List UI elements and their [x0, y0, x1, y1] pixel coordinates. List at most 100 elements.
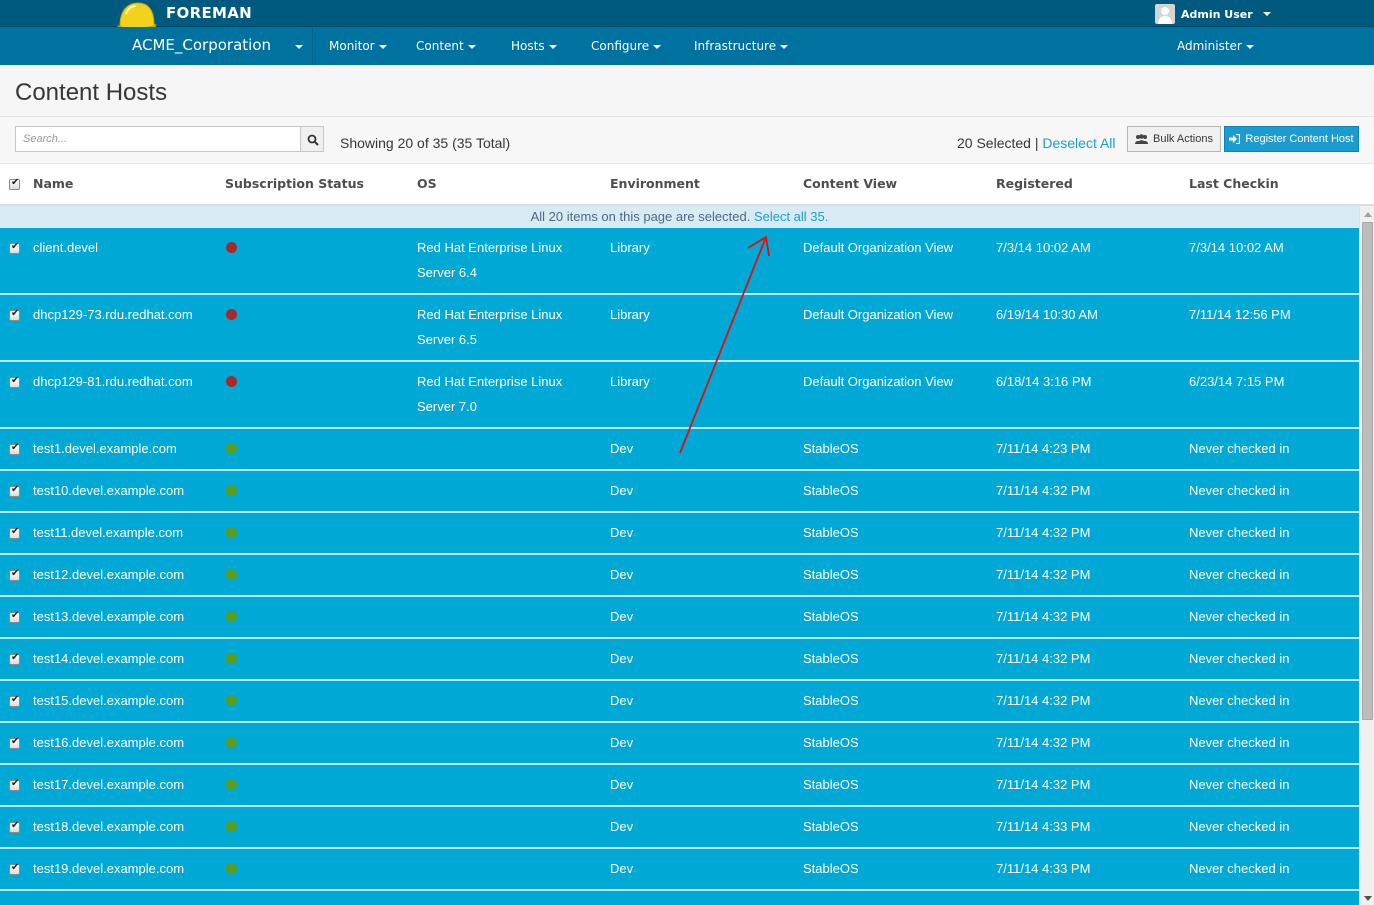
row-checkbox[interactable] — [9, 526, 20, 539]
nav-administer-label: Administer — [1177, 39, 1242, 53]
registered-cell: 7/11/14 4:33 PM — [996, 819, 1091, 834]
row-checkbox[interactable] — [9, 375, 20, 388]
host-name-link[interactable]: test10.devel.example.com — [33, 478, 184, 503]
column-header-last-checkin[interactable]: Last Checkin — [1189, 176, 1279, 191]
registered-cell: 6/18/14 3:16 PM — [996, 374, 1092, 389]
last-checkin-cell: Never checked in — [1189, 735, 1290, 750]
last-checkin-cell: Never checked in — [1189, 819, 1290, 834]
table-row[interactable]: test18.devel.example.com Dev StableOS 7/11/… — [0, 807, 1359, 849]
environment-cell: Dev — [610, 525, 634, 540]
chevron-down-icon[interactable] — [295, 45, 303, 49]
row-checkbox[interactable] — [9, 862, 20, 875]
table-row[interactable]: test15.devel.example.com Dev StableOS 7/11/… — [0, 681, 1359, 723]
host-name-link[interactable]: test17.devel.example.com — [33, 772, 184, 797]
row-checkbox[interactable] — [9, 308, 20, 321]
table-row[interactable]: test10.devel.example.com Dev StableOS 7/11/… — [0, 471, 1359, 513]
row-checkbox[interactable] — [9, 568, 20, 581]
environment-cell: Dev — [610, 819, 634, 834]
host-name-link[interactable]: dhcp129-81.rdu.redhat.com — [33, 369, 193, 394]
organization-switcher[interactable]: ACME_Corporation — [132, 36, 271, 54]
bulk-actions-button[interactable]: Bulk Actions — [1127, 126, 1221, 152]
scroll-up-arrow-icon[interactable] — [1364, 212, 1372, 217]
column-header-registered[interactable]: Registered — [996, 176, 1073, 191]
row-checkbox[interactable] — [9, 241, 20, 254]
nav-divider — [312, 27, 313, 65]
subscription-status-dot-icon — [226, 737, 237, 748]
host-name-link[interactable]: test14.devel.example.com — [33, 646, 184, 671]
nav-configure[interactable]: Configure — [591, 39, 662, 53]
row-checkbox[interactable] — [9, 484, 20, 497]
table-row[interactable]: test14.devel.example.com Dev StableOS 7/11/… — [0, 639, 1359, 681]
table-row[interactable]: test13.devel.example.com Dev StableOS 7/11/… — [0, 597, 1359, 639]
users-icon — [1135, 134, 1149, 144]
content-view-cell: StableOS — [803, 609, 859, 624]
host-name-link[interactable]: client.devel — [33, 235, 98, 260]
table-row[interactable]: test16.devel.example.com Dev StableOS 7/11/… — [0, 723, 1359, 765]
content-view-cell: StableOS — [803, 861, 859, 876]
column-header-environment[interactable]: Environment — [610, 176, 700, 191]
row-checkbox[interactable] — [9, 778, 20, 791]
scroll-down-arrow-icon[interactable] — [1364, 896, 1372, 901]
host-name-link[interactable]: test19.devel.example.com — [33, 856, 184, 881]
select-all-link[interactable]: Select all 35. — [754, 209, 828, 224]
row-checkbox[interactable] — [9, 736, 20, 749]
register-label: Register Content Host — [1245, 133, 1354, 145]
nav-hosts-label: Hosts — [511, 39, 545, 53]
environment-cell: Dev — [610, 441, 634, 456]
host-name-link[interactable]: test16.devel.example.com — [33, 730, 184, 755]
environment-cell: Dev — [610, 567, 634, 582]
host-name-link[interactable]: test1.devel.example.com — [33, 436, 177, 461]
last-checkin-cell: 6/23/14 7:15 PM — [1189, 374, 1285, 389]
row-checkbox[interactable] — [9, 442, 20, 455]
scrollbar[interactable] — [1359, 206, 1374, 905]
last-checkin-cell: Never checked in — [1189, 567, 1290, 582]
row-checkbox[interactable] — [9, 610, 20, 623]
host-name-link[interactable]: test12.devel.example.com — [33, 562, 184, 587]
column-header-subscription-status[interactable]: Subscription Status — [225, 176, 364, 191]
table-row[interactable]: test1.devel.example.com Dev StableOS 7/11/1… — [0, 429, 1359, 471]
nav-hosts[interactable]: Hosts — [511, 39, 557, 53]
table-row[interactable]: test12.devel.example.com Dev StableOS 7/11/… — [0, 555, 1359, 597]
table-row[interactable]: dhcp129-81.rdu.redhat.com Red Hat Enterpr… — [0, 362, 1359, 429]
select-all-checkbox[interactable] — [9, 177, 20, 190]
chevron-down-icon — [1262, 12, 1271, 16]
user-menu[interactable]: Admin User — [1155, 4, 1271, 24]
column-header-name[interactable]: Name — [33, 176, 73, 191]
scrollbar-thumb[interactable] — [1362, 222, 1373, 720]
row-checkbox[interactable] — [9, 652, 20, 665]
column-header-content-view[interactable]: Content View — [803, 176, 897, 191]
chevron-down-icon — [653, 44, 662, 49]
content-view-cell: StableOS — [803, 693, 859, 708]
nav-content[interactable]: Content — [416, 39, 476, 53]
search-input[interactable] — [15, 126, 301, 152]
table-row[interactable]: dhcp129-73.rdu.redhat.com Red Hat Enterpr… — [0, 295, 1359, 362]
table-row[interactable]: test11.devel.example.com Dev StableOS 7/11/… — [0, 513, 1359, 555]
nav-monitor[interactable]: Monitor — [329, 39, 387, 53]
nav-infrastructure[interactable]: Infrastructure — [694, 39, 789, 53]
chevron-down-icon — [1245, 44, 1254, 49]
subscription-status-dot-icon — [226, 527, 237, 538]
os-line-1: Red Hat Enterprise Linux — [417, 307, 563, 322]
content-view-cell: Default Organization View — [803, 307, 954, 322]
host-name-link[interactable]: test15.devel.example.com — [33, 688, 184, 713]
search-button[interactable] — [300, 126, 324, 152]
nav-administer[interactable]: Administer — [1177, 39, 1254, 53]
last-checkin-cell: 7/11/14 12:56 PM — [1189, 307, 1291, 322]
host-name-link[interactable]: dhcp129-73.rdu.redhat.com — [33, 302, 193, 327]
register-content-host-button[interactable]: Register Content Host — [1224, 126, 1359, 152]
host-name-link[interactable]: test18.devel.example.com — [33, 814, 184, 839]
table-row[interactable]: test19.devel.example.com Dev StableOS 7/11/… — [0, 849, 1359, 891]
subscription-status-dot-icon — [226, 309, 237, 320]
os-line-1: Red Hat Enterprise Linux — [417, 240, 563, 255]
deselect-all-link[interactable]: Deselect All — [1042, 135, 1115, 151]
nav-content-label: Content — [416, 39, 464, 53]
registered-cell: 7/11/14 4:32 PM — [996, 483, 1091, 498]
table-row[interactable]: test17.devel.example.com Dev StableOS 7/11/… — [0, 765, 1359, 807]
host-name-link[interactable]: test11.devel.example.com — [33, 520, 183, 545]
table-row[interactable]: client.devel Red Hat Enterprise Linux Serv… — [0, 228, 1359, 295]
environment-cell: Dev — [610, 483, 634, 498]
row-checkbox[interactable] — [9, 694, 20, 707]
host-name-link[interactable]: test13.devel.example.com — [33, 604, 184, 629]
column-header-os[interactable]: OS — [417, 176, 437, 191]
row-checkbox[interactable] — [9, 820, 20, 833]
